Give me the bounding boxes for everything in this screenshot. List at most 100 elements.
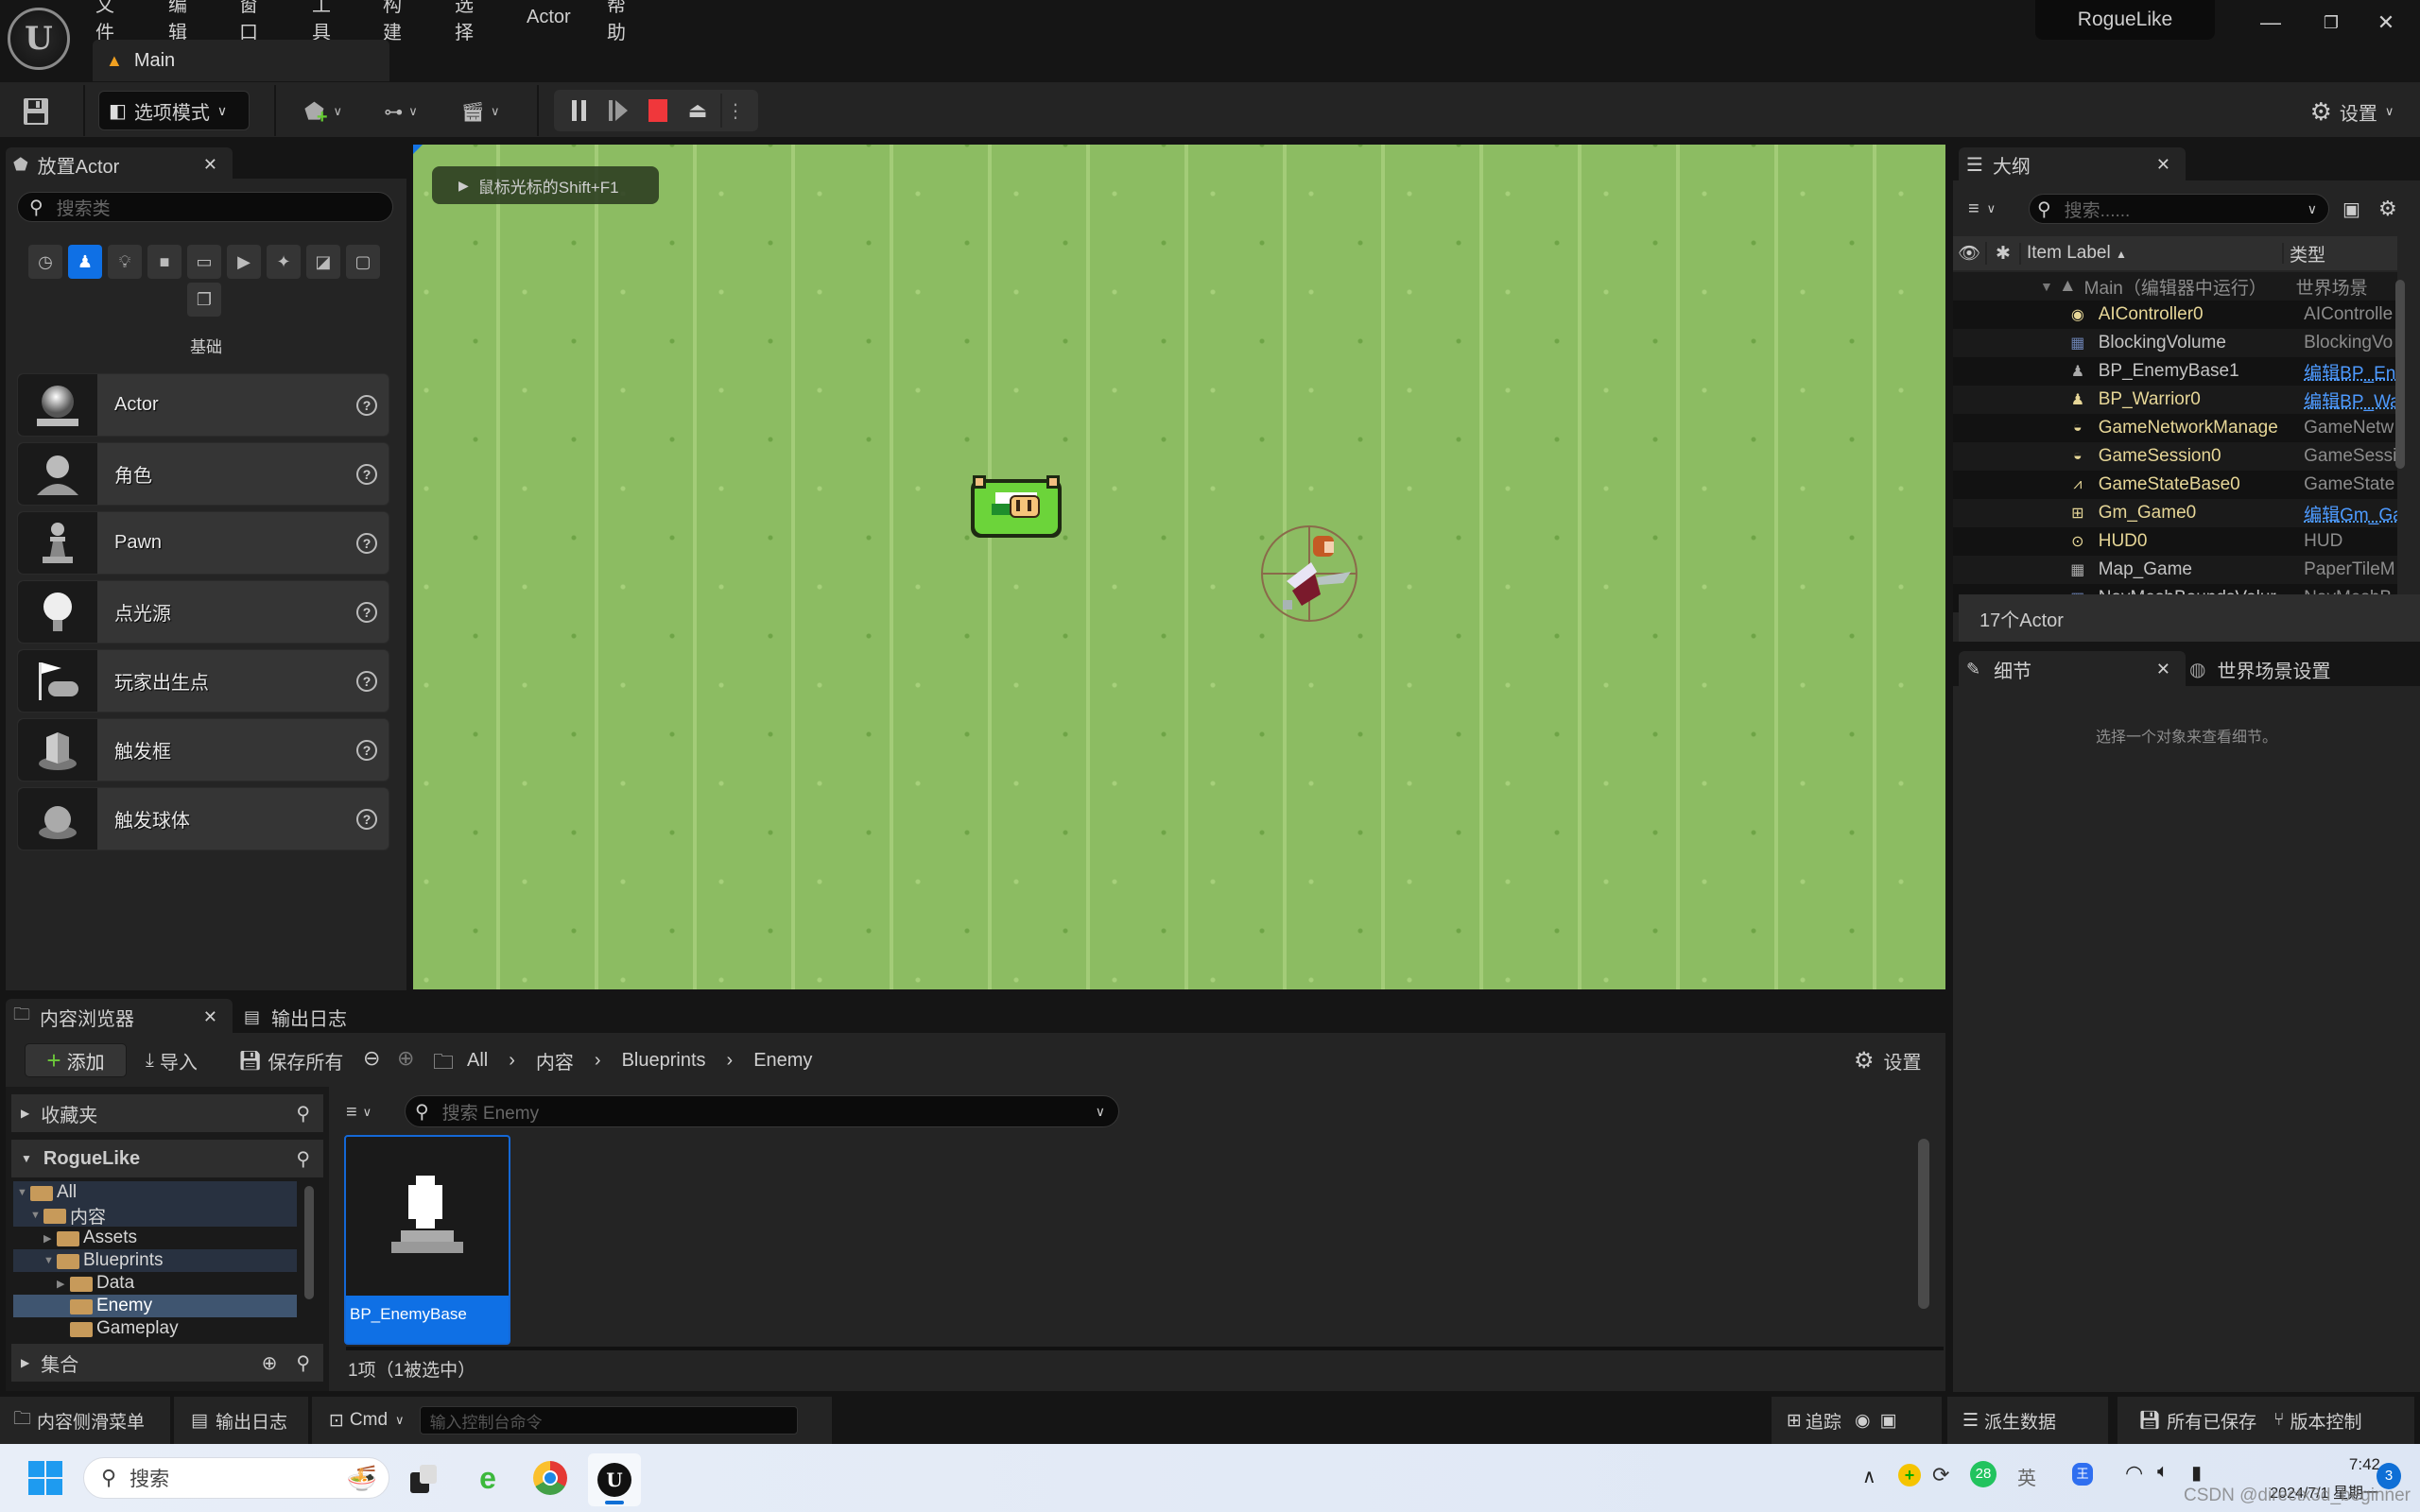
unreal-taskbar-button[interactable]: U xyxy=(588,1453,641,1506)
world-settings-tab[interactable]: ◍ 世界场景设置 xyxy=(2189,651,2407,687)
minimize-button[interactable]: — xyxy=(2252,4,2290,42)
asset-search-input[interactable]: ⚲ 搜索 Enemy ∨ xyxy=(405,1095,1119,1127)
visibility-column-icon[interactable]: 👁︎ xyxy=(1953,242,1987,265)
folder-tree-item[interactable]: Enemy xyxy=(13,1295,297,1317)
close-tab-icon[interactable]: ✕ xyxy=(2156,660,2170,679)
asset-filter-button[interactable]: ≡ ∨ xyxy=(346,1097,393,1127)
outliner-row[interactable]: ◉ AIController0 AIControlle xyxy=(1953,301,2397,329)
breadcrumb-separator-icon[interactable]: › xyxy=(509,1050,515,1072)
settings-button[interactable]: ⚙ 设置 ∨ xyxy=(2297,93,2407,130)
asset-tile[interactable]: BP_EnemyBase xyxy=(344,1135,510,1345)
gear-icon[interactable]: ⚙ xyxy=(2378,194,2405,224)
outliner-scrollbar[interactable] xyxy=(2395,272,2405,592)
folder-tree-item[interactable]: ▼ All xyxy=(13,1181,297,1204)
edit-blueprint-link[interactable]: 编辑BP_En xyxy=(2304,359,2397,385)
collections-section[interactable]: ▶ 集合 ⊕ ⚲ xyxy=(11,1344,323,1382)
basic-category-icon[interactable]: ♟ xyxy=(68,245,102,279)
tree-scrollbar[interactable] xyxy=(304,1186,314,1299)
extra-category-icon[interactable]: ❐ xyxy=(187,283,221,317)
details-tab[interactable]: ✎ 细节 ✕ xyxy=(1959,651,2186,687)
play-options-button[interactable]: ⋮ xyxy=(720,94,749,128)
cinematic-category-icon[interactable]: ▭ xyxy=(187,245,221,279)
type-column[interactable]: 类型 xyxy=(2284,241,2325,266)
taskbar-search[interactable]: ⚲ 搜索 🍜 xyxy=(83,1457,389,1499)
outliner-row[interactable]: ⩘ GameStateBase0 GameState xyxy=(1953,471,2397,499)
clock-time[interactable]: 7:42 xyxy=(2248,1455,2380,1474)
menu-select[interactable]: 选择 xyxy=(455,0,474,44)
new-folder-icon[interactable]: ▣ xyxy=(2342,194,2369,224)
cb-settings-button[interactable]: ⚙ 设置 xyxy=(1854,1043,1939,1077)
actor-item-pawn[interactable]: Pawn ? xyxy=(17,511,389,575)
breadcrumb-separator-icon[interactable]: › xyxy=(727,1050,734,1072)
add-button[interactable]: + 添加 xyxy=(25,1043,127,1077)
cmd-dropdown[interactable]: ⊡ Cmd ∨ xyxy=(329,1410,405,1432)
menu-actor[interactable]: Actor xyxy=(527,7,571,28)
eject-button[interactable]: ⏏ xyxy=(681,94,715,128)
windows-start-icon[interactable] xyxy=(28,1461,62,1495)
level-tab[interactable]: ▲ Main xyxy=(93,40,389,81)
input-method-icon[interactable]: 王 xyxy=(2072,1463,2093,1486)
actor-item-trigger-box[interactable]: 触发框 ? xyxy=(17,718,389,782)
folder-tree-item[interactable]: ▶ Assets xyxy=(13,1227,297,1249)
help-icon[interactable]: ? xyxy=(356,463,377,485)
console-input[interactable]: 输入控制台命令 xyxy=(419,1406,798,1435)
help-icon[interactable]: ? xyxy=(356,532,377,554)
all-saved-button[interactable]: 所有已保存 xyxy=(2167,1408,2256,1434)
close-tab-icon[interactable]: ✕ xyxy=(203,1007,217,1027)
add-actor-button[interactable]: ⬟ + ∨ xyxy=(297,94,350,129)
class-search-input[interactable]: ⚲ 搜索类 xyxy=(17,192,393,222)
ie-browser-icon[interactable]: e xyxy=(471,1461,505,1495)
edit-blueprint-link[interactable]: 编辑Gm_Ga xyxy=(2304,501,2397,526)
help-icon[interactable]: ? xyxy=(356,394,377,416)
enemy-sprite[interactable] xyxy=(967,472,1062,547)
actor-item-actor[interactable]: Actor ? xyxy=(17,373,389,437)
security-app-icon[interactable]: + xyxy=(1898,1464,1921,1486)
folder-tree-item[interactable]: ▼ Blueprints xyxy=(13,1249,297,1272)
output-log-button[interactable]: ▤ 输出日志 xyxy=(174,1397,308,1444)
battery-icon[interactable]: ▮ xyxy=(2191,1461,2202,1485)
outliner-row[interactable]: ◒ GameNetworkManage GameNetw xyxy=(1953,414,2397,442)
folder-tree-item[interactable]: Gameplay xyxy=(13,1317,297,1340)
cinematics-button[interactable]: 🎬︎ ∨ xyxy=(452,94,509,129)
item-label-column[interactable]: Item Label ▲ xyxy=(2021,243,2284,264)
favorites-section[interactable]: ▶ 收藏夹 ⚲ xyxy=(11,1094,323,1132)
content-browser-tab[interactable]: 🗀︎ 内容浏览器 ✕ xyxy=(6,999,233,1035)
breadcrumb-enemy[interactable]: Enemy xyxy=(753,1050,812,1072)
menu-window[interactable]: 窗口 xyxy=(239,0,258,44)
lights-category-icon[interactable]: 💡︎ xyxy=(108,245,142,279)
geometry-category-icon[interactable]: ◪ xyxy=(306,245,340,279)
outliner-row[interactable]: ▦ Map_Game PaperTileM xyxy=(1953,556,2397,584)
breadcrumb-content[interactable]: 内容 xyxy=(536,1047,574,1074)
expand-arrow-icon[interactable]: ▼ xyxy=(2040,279,2053,294)
close-tab-icon[interactable]: ✕ xyxy=(2156,155,2170,175)
menu-file[interactable]: 文件 xyxy=(95,0,114,44)
collapse-arrow-icon[interactable]: ▼ xyxy=(43,1255,57,1266)
output-log-tab[interactable]: ▤ 输出日志 xyxy=(244,999,395,1035)
step-frame-button[interactable] xyxy=(601,94,635,128)
close-tab-icon[interactable]: ✕ xyxy=(203,155,217,175)
folder-tree-item[interactable]: ▼ 内容 xyxy=(13,1204,297,1228)
tray-badge-icon[interactable]: 28 xyxy=(1970,1461,1996,1487)
outliner-row[interactable]: ♟ BP_EnemyBase1 编辑BP_En xyxy=(1953,357,2397,386)
save-icon[interactable] xyxy=(19,94,53,129)
folder-tree-item[interactable]: ▶ Data xyxy=(13,1272,297,1295)
recent-category-icon[interactable]: ◷ xyxy=(28,245,62,279)
shapes-category-icon[interactable]: ■ xyxy=(147,245,182,279)
volume-icon[interactable]: 🔈︎ xyxy=(2157,1461,2169,1483)
menu-tools[interactable]: 工具 xyxy=(312,0,331,44)
tray-overflow-icon[interactable]: ∧ xyxy=(1862,1465,1876,1488)
actor-item-character[interactable]: 角色 ? xyxy=(17,442,389,506)
outliner-row[interactable]: ♟ BP_Warrior0 编辑BP_Wa xyxy=(1953,386,2397,414)
outliner-row[interactable]: ◒ GameSession0 GameSessi xyxy=(1953,442,2397,471)
asset-scrollbar[interactable] xyxy=(1918,1139,1929,1309)
breadcrumb-all[interactable]: All xyxy=(467,1050,488,1072)
source-control-button[interactable]: 版本控制 xyxy=(2290,1408,2362,1434)
menu-edit[interactable]: 编辑 xyxy=(168,0,187,44)
breadcrumb-separator-icon[interactable]: › xyxy=(595,1050,601,1072)
trace-button[interactable]: ⊞ 追踪 ◉ ▣ xyxy=(1772,1397,1942,1444)
place-actor-tab[interactable]: ⬟ 放置Actor ✕ xyxy=(6,147,233,181)
sync-icon[interactable]: ⟳ xyxy=(1932,1463,1949,1487)
forward-button[interactable]: ⊕ xyxy=(397,1046,422,1074)
save-all-button[interactable]: 💾︎ 保存所有 xyxy=(238,1043,352,1077)
expand-arrow-icon[interactable]: ▶ xyxy=(57,1278,70,1290)
